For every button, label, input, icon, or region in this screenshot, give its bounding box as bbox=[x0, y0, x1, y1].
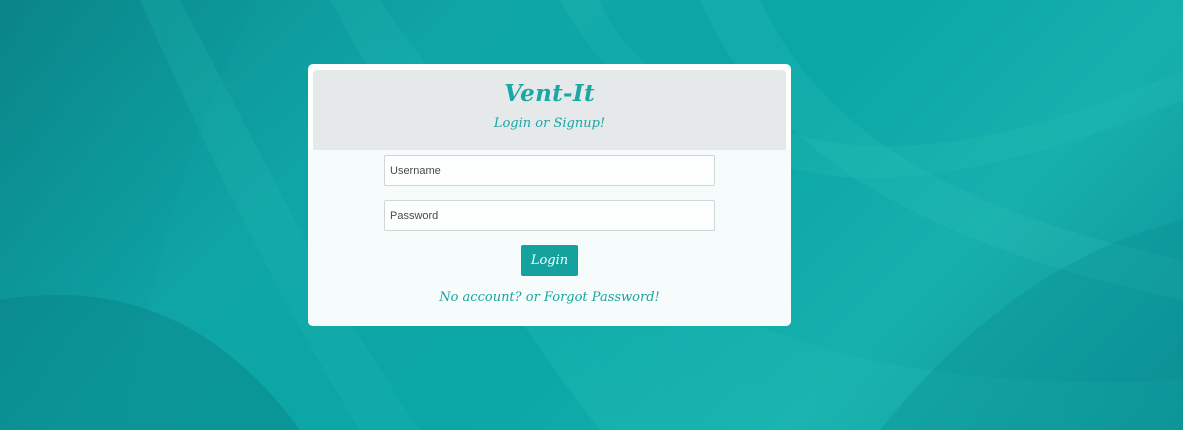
login-button[interactable]: Login bbox=[521, 245, 578, 276]
login-card: Vent-It Login or Signup! Login No accoun… bbox=[308, 64, 791, 326]
signup-forgot-link[interactable]: No account? or Forgot Password! bbox=[308, 290, 791, 305]
card-subtitle: Login or Signup! bbox=[493, 116, 606, 131]
login-form: Login No account? or Forgot Password! bbox=[308, 150, 791, 326]
brand-title: Vent-It bbox=[504, 80, 595, 107]
password-input[interactable] bbox=[384, 200, 715, 231]
card-header: Vent-It Login or Signup! bbox=[313, 70, 786, 150]
username-input[interactable] bbox=[384, 155, 715, 186]
